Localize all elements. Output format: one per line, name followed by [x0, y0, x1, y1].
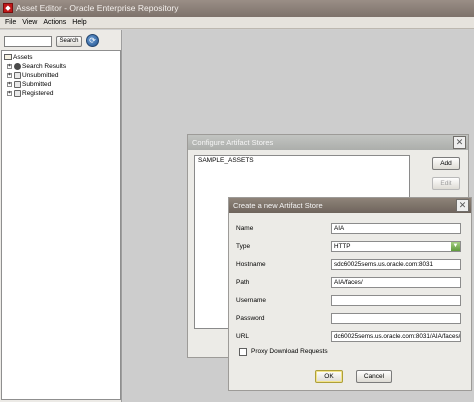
proxy-download-checkbox[interactable] [239, 348, 247, 356]
cancel-button[interactable]: Cancel [356, 370, 392, 383]
password-label: Password [236, 315, 265, 322]
tree-item-label: Search Results [22, 63, 67, 70]
name-field[interactable]: AIA [331, 223, 461, 234]
type-select[interactable]: HTTP ▼ [331, 241, 461, 252]
proxy-download-label: Proxy Download Requests [251, 348, 328, 355]
expand-icon[interactable]: + [7, 73, 12, 78]
menu-help[interactable]: Help [69, 17, 89, 29]
menu-actions[interactable]: Actions [40, 17, 69, 29]
menu-bar: File View Actions Help [0, 17, 474, 29]
tree-item-label: Registered [22, 90, 54, 97]
dialog-title: Configure Artifact Stores [192, 138, 274, 147]
refresh-icon[interactable]: ⟳ [86, 34, 99, 47]
username-field[interactable] [331, 295, 461, 306]
url-field[interactable]: dc60025sems.us.oracle.com:8031/AIA/faces… [331, 331, 461, 342]
app-icon: ◆ [3, 3, 13, 13]
window-title: Asset Editor - Oracle Enterprise Reposit… [16, 3, 179, 13]
search-input[interactable] [4, 36, 52, 47]
search-results-icon [14, 63, 21, 70]
add-button[interactable]: Add [432, 157, 460, 170]
tree-item-registered[interactable]: + Registered [2, 89, 120, 98]
chevron-down-icon[interactable]: ▼ [451, 242, 460, 251]
dialog-title: Create a new Artifact Store [233, 201, 323, 210]
search-button[interactable]: Search [56, 36, 82, 47]
hostname-label: Hostname [236, 261, 266, 268]
left-pane: Search ⟳ Assets + Search Results + Unsub… [0, 30, 122, 402]
list-item[interactable]: SAMPLE_ASSETS [198, 157, 406, 164]
menu-file[interactable]: File [0, 17, 19, 29]
tree-item-search-results[interactable]: + Search Results [2, 62, 120, 71]
document-icon [14, 72, 21, 79]
folder-icon [4, 54, 12, 60]
close-icon[interactable]: ✕ [453, 136, 466, 149]
asset-tree[interactable]: Assets + Search Results + Unsubmitted + … [1, 50, 121, 400]
tree-root-label: Assets [13, 54, 33, 61]
tree-item-label: Unsubmitted [22, 72, 59, 79]
tree-root-assets[interactable]: Assets [2, 53, 120, 62]
document-icon [14, 81, 21, 88]
path-label: Path [236, 279, 250, 286]
tree-item-label: Submitted [22, 81, 52, 88]
expand-icon[interactable]: + [7, 91, 12, 96]
menu-view[interactable]: View [19, 17, 40, 29]
document-icon [14, 90, 21, 97]
password-field[interactable] [331, 313, 461, 324]
ok-button[interactable]: OK [315, 370, 343, 383]
edit-button[interactable]: Edit [432, 177, 460, 190]
dialog-titlebar: Configure Artifact Stores ✕ [188, 135, 468, 150]
type-select-value: HTTP [334, 243, 351, 250]
dialog-titlebar: Create a new Artifact Store ✕ [229, 198, 471, 213]
url-label: URL [236, 333, 250, 340]
create-artifact-store-dialog: Create a new Artifact Store ✕ Name AIA T… [228, 197, 472, 391]
close-icon[interactable]: ✕ [456, 199, 469, 212]
window-titlebar: ◆ Asset Editor - Oracle Enterprise Repos… [0, 0, 474, 17]
username-label: Username [236, 297, 266, 304]
path-field[interactable]: AIA/faces/ [331, 277, 461, 288]
expand-icon[interactable]: + [7, 64, 12, 69]
name-label: Name [236, 225, 254, 232]
tree-item-submitted[interactable]: + Submitted [2, 80, 120, 89]
hostname-field[interactable]: sdc60025sems.us.oracle.com:8031 [331, 259, 461, 270]
tree-item-unsubmitted[interactable]: + Unsubmitted [2, 71, 120, 80]
expand-icon[interactable]: + [7, 82, 12, 87]
type-label: Type [236, 243, 251, 250]
